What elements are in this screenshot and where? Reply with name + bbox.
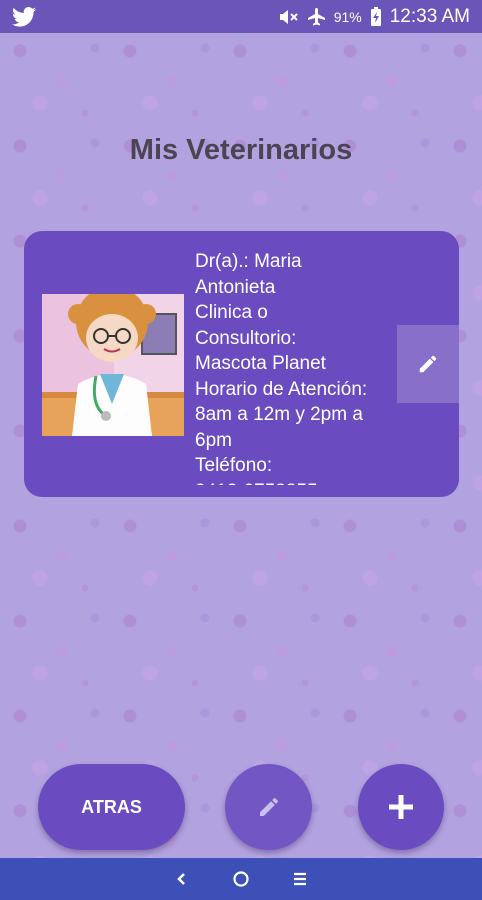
plus-icon xyxy=(389,795,413,819)
vet-avatar xyxy=(42,294,184,436)
back-button[interactable]: ATRAS xyxy=(38,764,185,850)
clock: 12:33 AM xyxy=(389,5,470,27)
vet-clinic: Clinica o Consultorio: Mascota Planet xyxy=(195,302,326,374)
pencil-icon xyxy=(419,355,437,373)
edit-button[interactable] xyxy=(225,764,312,850)
home-icon[interactable] xyxy=(232,870,250,888)
add-vet-button[interactable] xyxy=(358,764,444,850)
battery-percent: 91% xyxy=(333,8,362,25)
vet-hours: Horario de Atención: 8am a 12m y 2pm a 6… xyxy=(195,378,368,451)
menu-icon[interactable] xyxy=(292,871,308,887)
vet-doctor-name: Dr(a).: Maria Antonieta xyxy=(195,251,302,298)
back-icon[interactable] xyxy=(174,871,190,887)
edit-vet-button[interactable] xyxy=(397,325,459,403)
twitter-icon xyxy=(12,7,36,27)
nav-bar xyxy=(0,858,482,900)
vet-info: Dr(a).: Maria Antonieta Clinica o Consul… xyxy=(195,249,405,485)
pencil-icon xyxy=(259,797,278,816)
vet-card[interactable]: Dr(a).: Maria Antonieta Clinica o Consul… xyxy=(24,231,459,497)
status-bar: 91% 12:33 AM xyxy=(0,0,482,33)
page-title: Mis Veterinarios xyxy=(129,134,353,166)
airplane-icon xyxy=(307,7,325,25)
vet-phone: Teléfono: 0412-0758855 xyxy=(195,455,318,485)
mute-icon xyxy=(279,9,298,24)
battery-charging-icon xyxy=(370,6,381,26)
